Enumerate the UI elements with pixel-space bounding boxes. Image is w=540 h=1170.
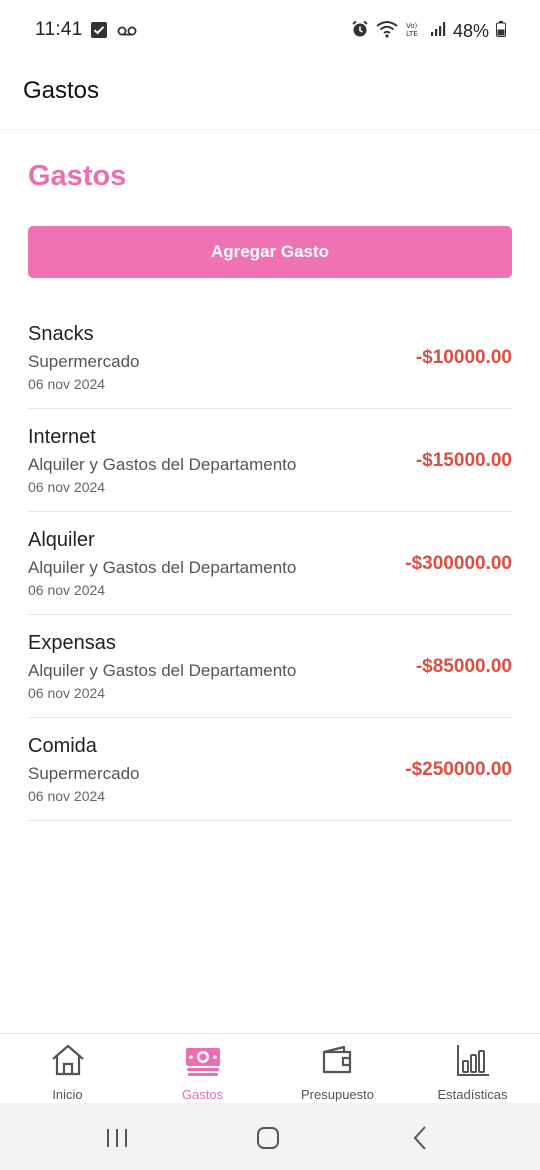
signal-icon: [430, 21, 446, 42]
expense-amount: -$250000.00: [405, 759, 512, 780]
expense-category: Alquiler y Gastos del Departamento: [28, 661, 297, 680]
volte-icon: Vo) LTE: [405, 20, 423, 43]
battery-icon: [496, 21, 506, 42]
expense-date: 06 nov 2024: [28, 479, 106, 495]
list-item[interactable]: Expensas Alquiler y Gastos del Departame…: [28, 615, 512, 718]
expense-name: Comida: [28, 735, 97, 757]
nav-item-gastos[interactable]: Gastos: [135, 1034, 270, 1103]
nav-label: Presupuesto: [301, 1087, 374, 1102]
expense-category: Supermercado: [28, 352, 140, 371]
svg-text:LTE: LTE: [406, 30, 418, 38]
list-item[interactable]: Alquiler Alquiler y Gastos del Departame…: [28, 512, 512, 615]
status-time: 11:41: [35, 19, 83, 40]
voicemail-icon: [117, 24, 137, 42]
add-expense-button[interactable]: Agregar Gasto: [28, 226, 512, 278]
expense-amount: -$300000.00: [405, 553, 512, 574]
checkbox-notification-icon: [91, 22, 107, 43]
expense-date: 06 nov 2024: [28, 376, 106, 392]
expense-name: Alquiler: [28, 529, 95, 551]
alarm-icon: [351, 20, 369, 43]
expense-date: 06 nov 2024: [28, 582, 106, 598]
list-item[interactable]: Snacks Supermercado 06 nov 2024 -$10000.…: [28, 306, 512, 409]
back-icon[interactable]: [406, 1123, 436, 1153]
app-bar: Gastos: [0, 62, 540, 130]
svg-text:Vo): Vo): [406, 22, 418, 30]
bar-chart-icon: [455, 1043, 491, 1077]
expense-name: Internet: [28, 426, 96, 448]
expense-amount: -$15000.00: [415, 450, 512, 471]
nav-label: Gastos: [181, 1087, 224, 1102]
list-item[interactable]: Comida Supermercado 06 nov 2024 -$250000…: [28, 718, 512, 821]
status-bar: 11:41 Vo) LTE 48%: [0, 0, 540, 62]
nav-item-presupuesto[interactable]: Presupuesto: [270, 1034, 405, 1103]
recent-apps-icon[interactable]: [103, 1123, 133, 1153]
app-bar-title: Gastos: [23, 77, 100, 104]
page-title: Gastos: [28, 160, 127, 192]
wallet-icon: [320, 1043, 356, 1077]
list-item[interactable]: Internet Alquiler y Gastos del Departame…: [28, 409, 512, 512]
expense-date: 06 nov 2024: [28, 685, 106, 701]
expense-list: Snacks Supermercado 06 nov 2024 -$10000.…: [28, 306, 512, 821]
home-icon: [50, 1043, 86, 1077]
nav-label: Estadísticas: [437, 1087, 508, 1102]
expense-category: Alquiler y Gastos del Departamento: [28, 455, 297, 474]
expense-amount: -$85000.00: [415, 656, 512, 677]
system-nav-bar: [0, 1103, 540, 1170]
nav-item-estadisticas[interactable]: Estadísticas: [405, 1034, 540, 1103]
bottom-nav: Inicio Gastos Presupuesto Estadísticas: [0, 1033, 540, 1103]
money-icon: [185, 1043, 221, 1077]
home-button-icon[interactable]: [253, 1123, 283, 1153]
expense-amount: -$10000.00: [415, 347, 512, 368]
wifi-icon: [376, 20, 398, 43]
expense-category: Alquiler y Gastos del Departamento: [28, 558, 297, 577]
expense-name: Snacks: [28, 323, 94, 345]
expense-date: 06 nov 2024: [28, 788, 106, 804]
expense-category: Supermercado: [28, 764, 140, 783]
expense-name: Expensas: [28, 632, 116, 654]
battery-percentage: 48%: [452, 21, 489, 41]
nav-item-inicio[interactable]: Inicio: [0, 1034, 135, 1103]
nav-label: Inicio: [52, 1087, 83, 1102]
